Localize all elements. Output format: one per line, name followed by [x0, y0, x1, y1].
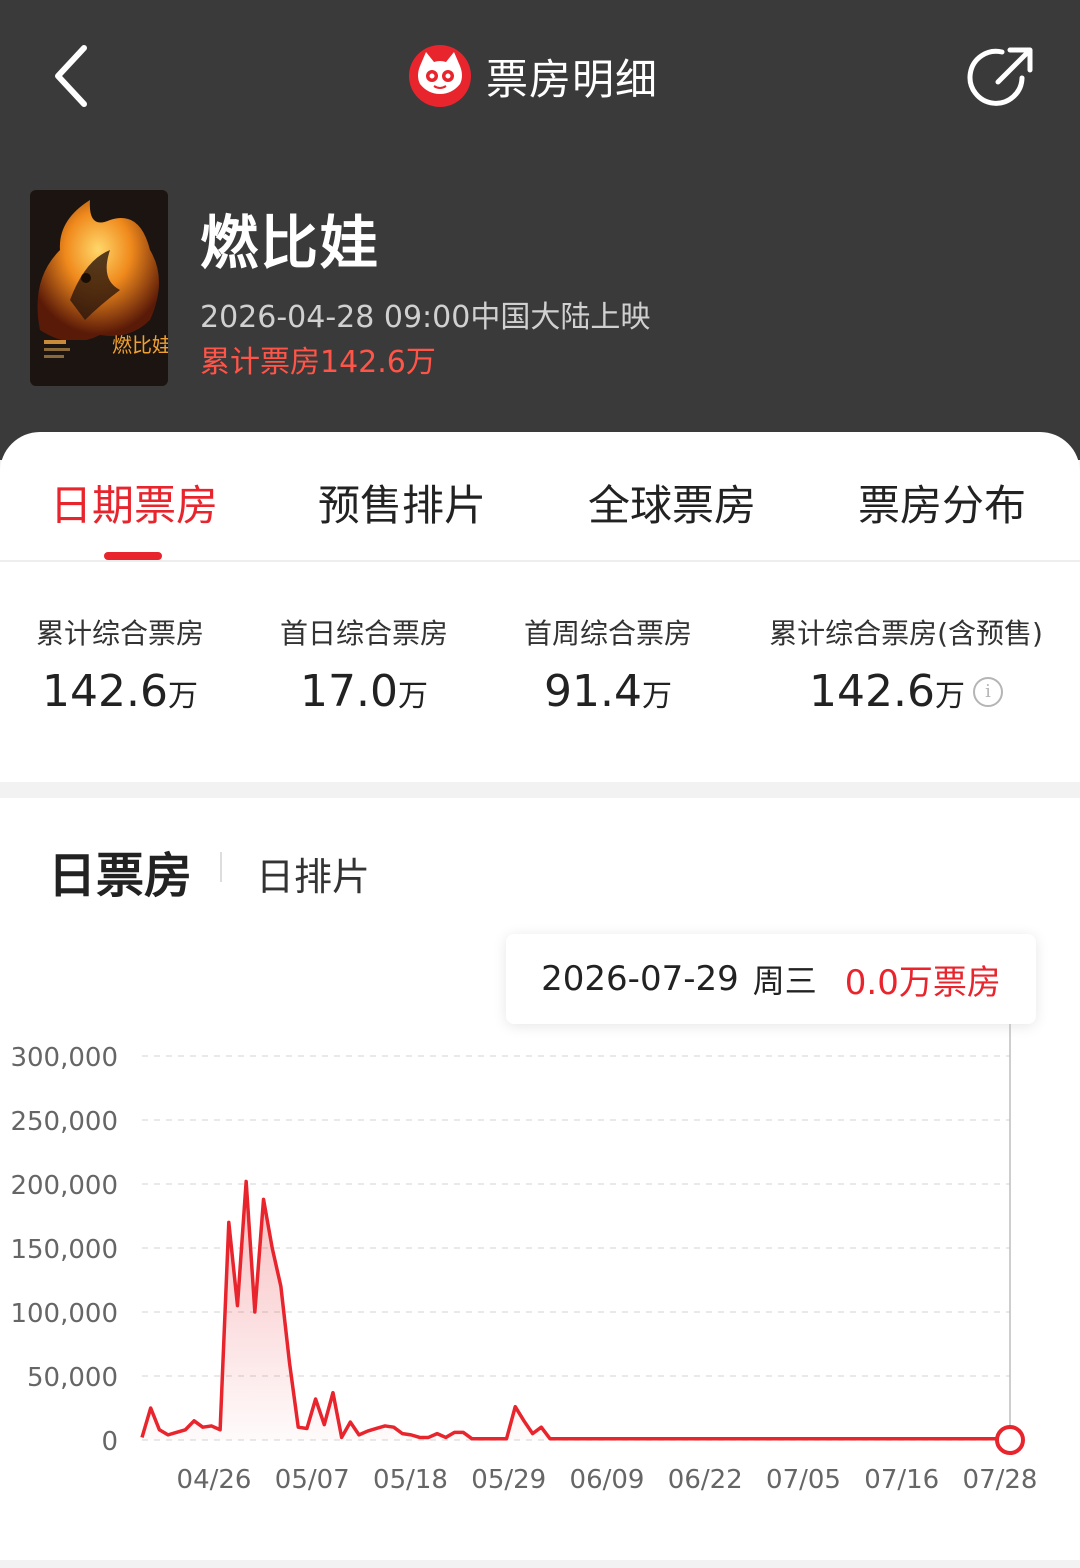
- nav-title-group: 票房明细: [408, 38, 658, 114]
- stat-cumulative: 累计综合票房 142.6万: [20, 612, 220, 717]
- maoyan-cat-logo-icon: [409, 45, 471, 107]
- stat-first-week: 首周综合票房 91.4万: [508, 612, 708, 717]
- x-tick-label: 05/18: [373, 1465, 448, 1495]
- poster-title-text: 燃比娃: [112, 333, 168, 357]
- movie-name: 燃比娃: [200, 209, 381, 277]
- stat-label: 累计综合票房(含预售): [769, 617, 1043, 650]
- poster-image: 燃比娃: [30, 190, 168, 386]
- series-area: [142, 1181, 1010, 1440]
- header: 票房明细 燃比娃 燃比娃 2026-04-28 09:00中国大陆上映 累计票房…: [0, 0, 1080, 460]
- x-tick-label: 07/16: [864, 1465, 939, 1495]
- y-tick-label: 0: [101, 1427, 118, 1457]
- x-tick-label: 05/07: [275, 1465, 350, 1495]
- daily-box-office-chart[interactable]: 300,000 250,000 200,000 150,000 100,000 50,00…: [0, 1024, 1080, 1554]
- stat-value: 142.6万: [42, 666, 198, 717]
- chart-tab-daily-schedule[interactable]: 日排片: [256, 846, 370, 901]
- chart-tooltip: 2026-07-29 周三 0.0万票房: [506, 934, 1036, 1024]
- y-tick-label: 200,000: [10, 1171, 118, 1201]
- share-icon: [967, 47, 1033, 106]
- chevron-left-icon: [55, 45, 87, 107]
- tab-presale-schedule[interactable]: 预售排片: [318, 472, 486, 533]
- stat-label: 首日综合票房: [279, 617, 448, 650]
- stat-cumulative-with-presale: 累计综合票房(含预售) 142.6万 i: [756, 612, 1056, 717]
- chart-card: 日票房 日排片 2026-07-29 周三 0.0万票房 300,000 250,…: [0, 798, 1080, 1560]
- stat-first-day: 首日综合票房 17.0万: [264, 612, 464, 717]
- stat-value: 91.4万: [544, 666, 672, 717]
- back-button[interactable]: [44, 40, 104, 112]
- chart-tab-daily-box-office[interactable]: 日票房: [48, 836, 192, 906]
- active-tab-indicator: [104, 552, 162, 560]
- y-tick-label: 250,000: [10, 1107, 118, 1137]
- release-info: 2026-04-28 09:00中国大陆上映: [200, 300, 651, 335]
- tab-box-office-distribution[interactable]: 票房分布: [858, 472, 1026, 533]
- movie-poster[interactable]: 燃比娃: [30, 190, 168, 386]
- highlight-point: [995, 1425, 1025, 1455]
- chart-tab-divider: [220, 852, 222, 882]
- x-tick-label: 07/28: [963, 1465, 1038, 1495]
- y-tick-label: 150,000: [10, 1235, 118, 1265]
- share-button[interactable]: [964, 40, 1040, 116]
- x-tick-label: 05/29: [471, 1465, 546, 1495]
- tab-global-box-office[interactable]: 全球票房: [588, 472, 756, 533]
- stat-value: 17.0万: [300, 666, 428, 717]
- stat-label: 累计综合票房: [35, 617, 204, 650]
- x-tick-label: 06/22: [668, 1465, 743, 1495]
- x-tick-label: 04/26: [177, 1465, 252, 1495]
- tooltip-value: 0.0万票房: [844, 962, 1001, 1003]
- y-tick-label: 100,000: [10, 1299, 118, 1329]
- stat-value: 142.6万 i: [756, 666, 1056, 717]
- tab-bar: 日期票房 预售排片 全球票房 票房分布: [0, 432, 1080, 562]
- x-tick-label: 07/05: [766, 1465, 841, 1495]
- y-tick-label: 300,000: [10, 1043, 118, 1073]
- stats-row: 累计综合票房 142.6万 首日综合票房 17.0万 首周综合票房 91.4万 …: [0, 612, 1080, 742]
- y-tick-label: 50,000: [27, 1363, 118, 1393]
- tab-date-box-office[interactable]: 日期票房: [50, 472, 218, 533]
- x-tick-label: 06/09: [570, 1465, 645, 1495]
- tooltip-weekday: 周三: [752, 962, 817, 1000]
- stat-label: 首周综合票房: [523, 617, 692, 650]
- cumulative-box-office: 累计票房142.6万: [200, 345, 436, 380]
- summary-card: 日期票房 预售排片 全球票房 票房分布 累计综合票房 142.6万 首日综合票房…: [0, 432, 1080, 782]
- page-title: 票房明细: [486, 54, 659, 104]
- tooltip-date: 2026-07-29: [541, 959, 739, 999]
- info-icon[interactable]: i: [972, 677, 1003, 707]
